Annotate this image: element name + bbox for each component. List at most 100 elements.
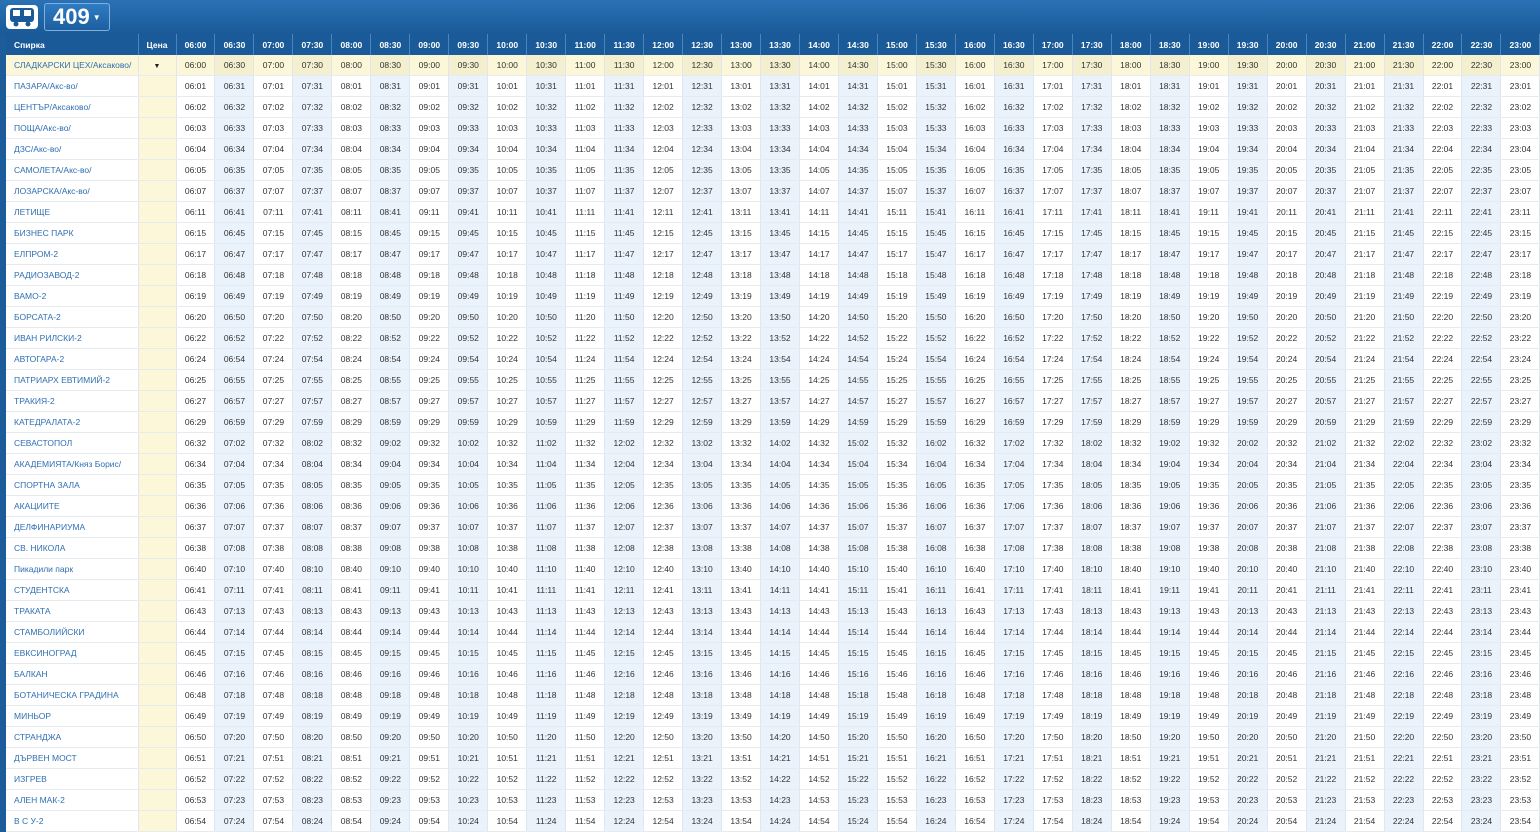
time-cell: 08:37	[370, 180, 411, 202]
stop-name-link[interactable]: АКАЦИИТЕ	[6, 495, 139, 517]
stop-name-link[interactable]: ИВАН РИЛСКИ-2	[6, 327, 139, 349]
time-cell: 10:21	[448, 747, 489, 769]
time-cell: 22:04	[1384, 453, 1424, 475]
time-cell: 09:33	[448, 117, 489, 139]
timetable-container[interactable]: Спирка Цена 06:00 06:30 07:00 07:30 08:00 08:…	[6, 34, 1540, 832]
time-cell: 16:21	[916, 747, 956, 769]
time-cell: 19:22	[1189, 327, 1229, 349]
time-cell: 22:52	[1423, 768, 1463, 790]
time-cell: 22:49	[1423, 705, 1463, 727]
stop-name-link[interactable]: СТАМБОЛИЙСКИ	[6, 621, 139, 643]
stop-name-link[interactable]: ЕЛПРОМ-2	[6, 243, 139, 265]
stop-name-link[interactable]: СЕВАСТОПОЛ	[6, 432, 139, 454]
stop-name-link[interactable]: БОТАНИЧЕСКА ГРАДИНА	[6, 684, 139, 706]
time-cell: 21:00	[1345, 55, 1385, 76]
stop-name-link[interactable]: ЛОЗАРСКА/Акс-во/	[6, 180, 139, 202]
time-cell: 18:50	[1150, 306, 1190, 328]
stop-name-link[interactable]: ТРАКИЯ-2	[6, 390, 139, 412]
time-cell: 13:06	[682, 495, 723, 517]
time-cell: 23:04	[1461, 453, 1502, 475]
stop-name-link[interactable]: СТРАНДЖА	[6, 726, 139, 748]
stop-name-link[interactable]: САМОЛЕТА/Акс-во/	[6, 159, 139, 181]
time-cell: 09:40	[409, 558, 450, 580]
time-cell: 19:36	[1189, 495, 1229, 517]
time-cell: 19:03	[1189, 117, 1229, 139]
time-cell: 17:55	[1072, 369, 1112, 391]
time-cell: 13:34	[721, 453, 762, 475]
time-cell: 11:50	[604, 306, 645, 328]
table-row: БОТАНИЧЕСКА ГРАДИНА 06:48 07:18 07:48 08:18 0…	[6, 684, 1540, 706]
time-cell: 12:51	[643, 747, 684, 769]
header-stop: Спирка	[6, 34, 139, 55]
stop-name-link[interactable]: СПОРТНА ЗАЛА	[6, 474, 139, 496]
time-cell: 09:41	[448, 201, 489, 223]
stop-name-link[interactable]: АКАДЕМИЯТА/Княз Борис/	[6, 453, 139, 475]
stop-name-link[interactable]: ИЗГРЕВ	[6, 768, 139, 790]
caret-down-icon[interactable]: ▼	[154, 63, 161, 70]
time-cell: 12:32	[643, 432, 684, 454]
stop-name-link[interactable]: ЦЕНТЪР/Аксаково/	[6, 96, 139, 118]
time-cell: 13:27	[721, 390, 762, 412]
stop-name-link[interactable]: СТУДЕНТСКА	[6, 579, 139, 601]
time-cell: 14:20	[799, 306, 839, 328]
stop-name-link[interactable]: ПАТРИАРХ ЕВТИМИЙ-2	[6, 369, 139, 391]
time-cell: 10:27	[487, 390, 528, 412]
time-cell: 23:44	[1500, 621, 1540, 643]
time-cell: 23:02	[1461, 432, 1502, 454]
time-cell: 15:13	[838, 600, 878, 622]
time-cell: 15:11	[838, 579, 878, 601]
time-cell: 14:50	[799, 726, 839, 748]
stop-name-link[interactable]: МИНЬОР	[6, 705, 139, 727]
time-cell: 17:40	[1033, 558, 1073, 580]
stop-name-link[interactable]: АВТОГАРА-2	[6, 348, 139, 370]
stop-name-link[interactable]: СЛАДКАРСКИ ЦЕХ/Аксаково/	[6, 55, 139, 76]
time-cell: 22:35	[1423, 474, 1463, 496]
time-cell: 16:49	[955, 705, 995, 727]
time-cell: 19:55	[1228, 369, 1268, 391]
stop-name-link[interactable]: ВАМО-2	[6, 285, 139, 307]
stop-name-link[interactable]: АЛЕН МАК-2	[6, 789, 139, 811]
stop-name-link[interactable]: ЛЕТИЩЕ	[6, 201, 139, 223]
table-row: ДЕЛФИНАРИУМА 06:37 07:07 07:37 08:07 08:37 09:…	[6, 516, 1540, 538]
route-select-button[interactable]: 409 ▼	[44, 3, 110, 31]
time-cell: 14:54	[799, 810, 839, 832]
time-cell: 17:18	[994, 684, 1034, 706]
time-cell: 12:52	[643, 768, 684, 790]
price-cell[interactable]: ▼	[138, 55, 177, 76]
time-cell: 20:29	[1267, 411, 1307, 433]
time-cell: 17:46	[1033, 663, 1073, 685]
time-cell: 17:22	[1033, 327, 1073, 349]
time-cell: 06:44	[176, 621, 216, 643]
time-cell: 16:41	[955, 579, 995, 601]
stop-name-link[interactable]: БАЛКАН	[6, 663, 139, 685]
stop-name-link[interactable]: ЕВКСИНОГРАД	[6, 642, 139, 664]
time-cell: 16:47	[994, 243, 1034, 265]
stop-name-link[interactable]: ДЗС/Акс-во/	[6, 138, 139, 160]
stop-name-link[interactable]: БОРСАТА-2	[6, 306, 139, 328]
table-row: ТРАКИЯ-2 06:27 06:57 07:27 07:57 08:27 08:57 09…	[6, 390, 1540, 412]
stop-name-link[interactable]: Пикадили парк	[6, 558, 139, 580]
time-cell: 13:47	[760, 243, 800, 265]
time-cell: 08:22	[292, 768, 333, 790]
time-cell: 15:05	[838, 474, 878, 496]
time-cell: 14:20	[760, 726, 800, 748]
time-cell: 16:53	[955, 789, 995, 811]
stop-name-link[interactable]: ПАЗАРА/Акс-во/	[6, 75, 139, 97]
stop-name-link[interactable]: В С У-2	[6, 810, 139, 832]
stop-name-link[interactable]: ДЪРВЕН МОСТ	[6, 747, 139, 769]
time-cell: 22:02	[1384, 432, 1424, 454]
price-cell	[138, 558, 177, 580]
time-cell: 09:55	[448, 369, 489, 391]
stop-name-link[interactable]: КАТЕДРАЛАТА-2	[6, 411, 139, 433]
time-cell: 09:37	[409, 516, 450, 538]
stop-name-link[interactable]: ПОЩА/Акс-во/	[6, 117, 139, 139]
stop-name-link[interactable]: СВ. НИКОЛА	[6, 537, 139, 559]
time-cell: 19:20	[1150, 726, 1190, 748]
stop-name-link[interactable]: ТРАКАТА	[6, 600, 139, 622]
time-cell: 20:33	[1306, 117, 1346, 139]
time-cell: 14:53	[799, 789, 839, 811]
stop-name-link[interactable]: БИЗНЕС ПАРК	[6, 222, 139, 244]
time-cell: 21:57	[1384, 390, 1424, 412]
stop-name-link[interactable]: РАДИОЗАВОД-2	[6, 264, 139, 286]
stop-name-link[interactable]: ДЕЛФИНАРИУМА	[6, 516, 139, 538]
